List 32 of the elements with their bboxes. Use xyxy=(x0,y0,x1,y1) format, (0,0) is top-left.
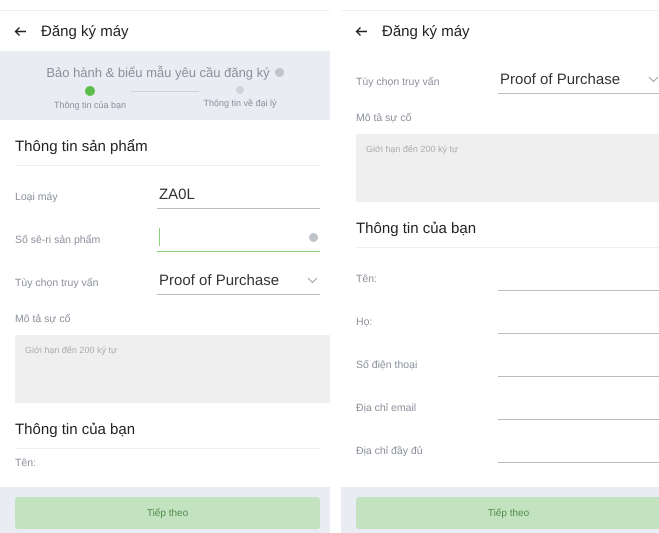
step-label: Thông tin của bạn xyxy=(54,100,126,110)
field-label: Địa chỉ email xyxy=(356,402,418,416)
stepper-title: Bảo hành & biểu mẫu yêu cầu đăng ký xyxy=(46,65,270,80)
chevron-down-icon xyxy=(648,76,659,82)
back-arrow-icon[interactable] xyxy=(14,26,27,36)
field-label: Địa chỉ đầy đủ xyxy=(356,445,424,459)
field-label: Số sê-ri sản phẩm xyxy=(15,234,102,248)
select-field[interactable]: Proof of Purchase xyxy=(157,266,320,295)
section-heading: Thông tin của bạn xyxy=(356,202,659,248)
field-label: Tên: xyxy=(356,273,378,287)
field-label: Số điện thoại xyxy=(356,359,418,373)
help-icon xyxy=(309,232,318,242)
back-arrow-icon[interactable] xyxy=(355,26,368,36)
help-icon xyxy=(274,68,284,77)
screen-title: Đăng ký máy xyxy=(41,22,129,40)
field-label: Loại máy xyxy=(15,191,59,205)
textarea-field[interactable]: Giới hạn đến 200 ký tự xyxy=(356,134,659,202)
section-heading: Thông tin của bạn xyxy=(15,403,320,449)
field-label: Mô tả sự cố xyxy=(356,111,412,126)
field-label: Mô tả sự cố xyxy=(15,312,72,327)
field-label: Tùy chọn truy vấn xyxy=(15,277,100,291)
field-label: Họ: xyxy=(356,316,374,330)
input-field[interactable]: ZA0L xyxy=(157,180,320,209)
textarea-field[interactable]: Giới hạn đến 200 ký tự xyxy=(15,335,330,403)
field-label: Tên: xyxy=(15,456,38,471)
step-label: Thông tin về đại lý xyxy=(203,98,277,108)
field-label: Tùy chọn truy vấn xyxy=(356,76,440,90)
section-heading: Thông tin sản phẩm xyxy=(15,120,320,166)
chevron-down-icon xyxy=(307,276,318,284)
screen-title: Đăng ký máy xyxy=(382,22,470,40)
text-cursor xyxy=(159,228,160,246)
select-field[interactable]: Proof of Purchase xyxy=(498,65,659,94)
